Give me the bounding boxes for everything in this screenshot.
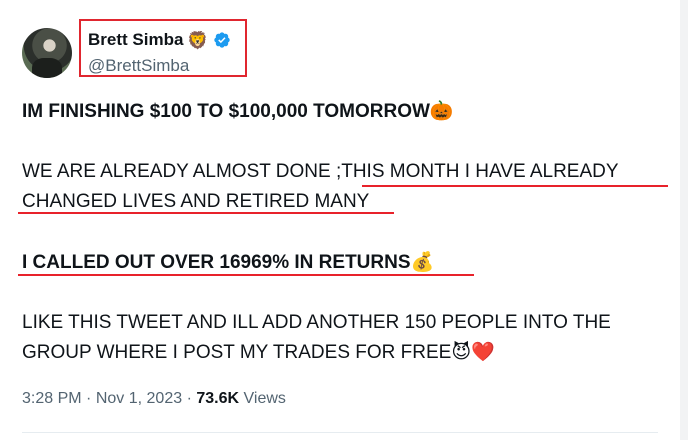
- avatar[interactable]: [22, 28, 72, 78]
- views-label: Views: [243, 390, 286, 407]
- underline-2: [18, 212, 394, 214]
- tweet-line-6: GROUP WHERE I POST MY TRADES FOR FREE😈❤️: [22, 341, 495, 365]
- underline-3: [18, 274, 474, 276]
- tweet-line-4: I CALLED OUT OVER 16969% IN RETURNS💰: [22, 251, 434, 275]
- tweet-date[interactable]: Nov 1, 2023: [96, 390, 182, 407]
- tweet-line-6-text: GROUP WHERE I POST MY TRADES FOR FREE: [22, 342, 452, 363]
- meta-separator: ·: [186, 390, 192, 407]
- verified-badge-icon: [213, 32, 230, 48]
- pumpkin-emoji-icon: 🎃: [429, 101, 454, 122]
- underline-1: [362, 185, 668, 187]
- money-bag-emoji-icon: 💰: [410, 252, 435, 273]
- meta-separator: ·: [86, 390, 92, 407]
- tweet-line-4-text: I CALLED OUT OVER 16969% IN RETURNS: [22, 252, 411, 273]
- tweet-line-1: IM FINISHING $100 TO $100,000 TOMORROW🎃: [22, 100, 454, 124]
- lion-emoji-icon: 🦁: [187, 30, 209, 50]
- tweet-card: Brett Simba 🦁 @BrettSimba IM FINISHING $…: [0, 0, 680, 440]
- tweet-line-1-text: IM FINISHING $100 TO $100,000 TOMORROW: [22, 101, 430, 122]
- tweet-line-5: LIKE THIS TWEET AND ILL ADD ANOTHER 150 …: [22, 312, 611, 333]
- author-name-row[interactable]: Brett Simba 🦁: [88, 30, 231, 50]
- divider: [22, 432, 658, 433]
- tweet-meta: 3:28 PM · Nov 1, 2023 · 73.6K Views: [22, 390, 286, 408]
- tweet-line-2: WE ARE ALREADY ALMOST DONE ;THIS MONTH I…: [22, 161, 619, 182]
- tweet-line-3: CHANGED LIVES AND RETIRED MANY: [22, 191, 370, 212]
- views-count[interactable]: 73.6K: [196, 390, 239, 407]
- author-handle[interactable]: @BrettSimba: [88, 56, 189, 76]
- devil-heart-emoji-icon: 😈❤️: [451, 342, 495, 363]
- author-display-name[interactable]: Brett Simba: [88, 30, 183, 50]
- tweet-time[interactable]: 3:28 PM: [22, 390, 82, 407]
